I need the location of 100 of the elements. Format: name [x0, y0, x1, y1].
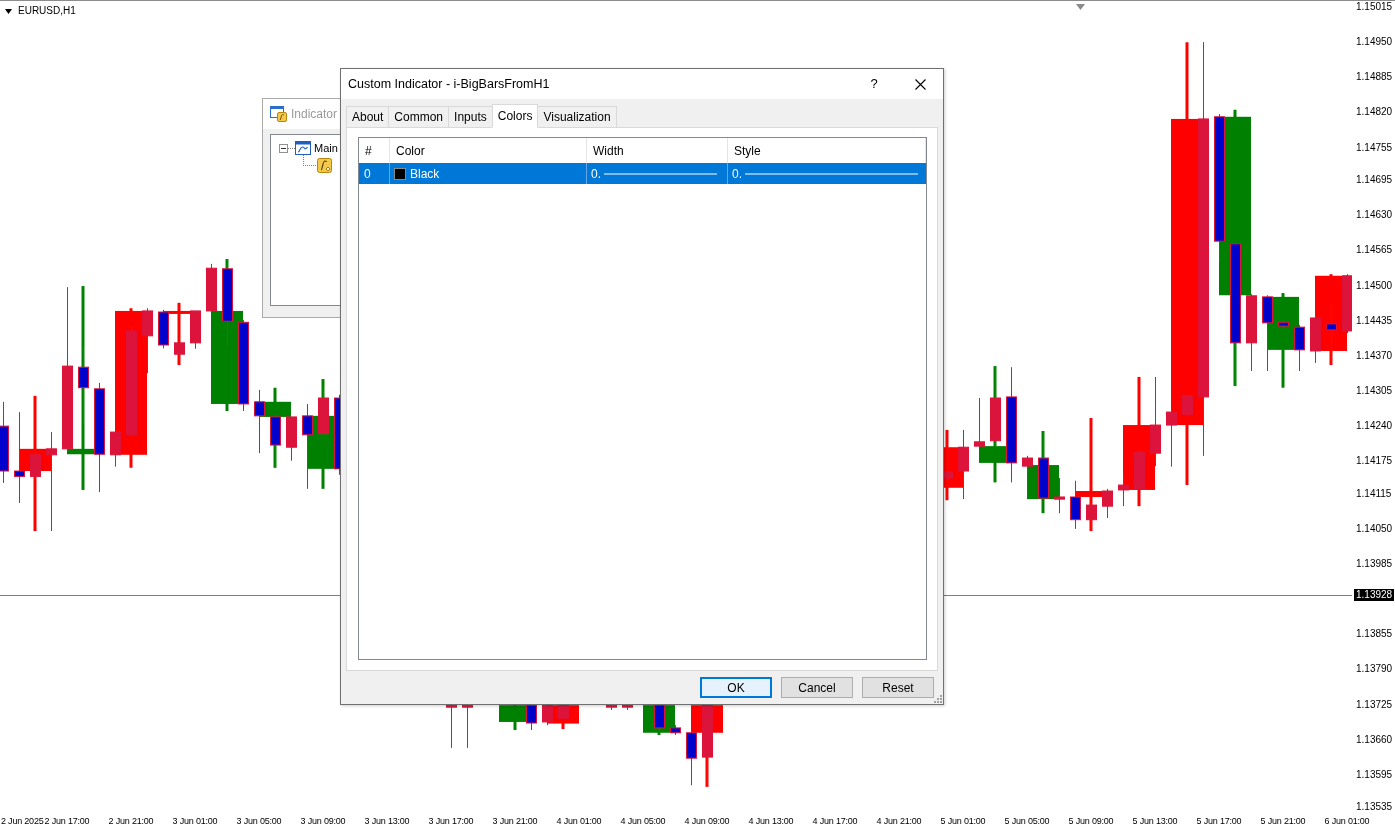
tab[interactable]: About: [346, 106, 390, 127]
dialog-button[interactable]: OK: [700, 677, 772, 698]
candlestick: [286, 416, 297, 462]
help-button[interactable]: ?: [851, 69, 897, 99]
candlestick: [654, 704, 665, 733]
candlestick: [1326, 303, 1337, 366]
candlestick: [542, 704, 553, 726]
dialog-button[interactable]: Reset: [862, 677, 934, 698]
current-price-label: 1.13928: [1354, 589, 1395, 601]
candlestick: [1086, 502, 1097, 532]
price-label: 1.14755: [1356, 141, 1393, 154]
candlestick: [318, 385, 329, 436]
candlestick: [110, 431, 121, 468]
time-label: 3 Jun 09:00: [300, 815, 346, 827]
time-label: 4 Jun 21:00: [876, 815, 922, 827]
price-label: 1.14950: [1356, 36, 1393, 49]
line-icon: [604, 172, 717, 175]
triangle-marker-icon[interactable]: [1076, 4, 1085, 10]
time-label: 5 Jun 17:00: [1196, 815, 1242, 827]
candlestick: [1310, 315, 1321, 364]
time-label: 3 Jun 05:00: [236, 815, 282, 827]
time-label: 4 Jun 05:00: [620, 815, 666, 827]
integral-tile-icon[interactable]: [317, 158, 332, 173]
candlestick: [526, 704, 537, 731]
price-label: 1.14885: [1356, 71, 1393, 84]
price-label: 1.14435: [1356, 314, 1393, 327]
candlestick: [1038, 430, 1049, 501]
time-label: 4 Jun 13:00: [748, 815, 794, 827]
time-label: 2 Jun 17:00: [44, 815, 90, 827]
time-label: 5 Jun 05:00: [1004, 815, 1050, 827]
price-label: 1.14820: [1356, 106, 1393, 119]
candlestick: [1166, 409, 1177, 468]
price-label: 1.15015: [1356, 1, 1393, 13]
price-label: 1.14240: [1356, 420, 1393, 433]
candlestick: [206, 263, 217, 312]
candlestick: [1070, 480, 1081, 530]
tab[interactable]: Visualization: [537, 106, 617, 127]
price-label: 1.13535: [1356, 801, 1393, 814]
caret-icon[interactable]: [5, 8, 12, 14]
candlestick: [1102, 488, 1113, 519]
price-label: 1.13985: [1356, 558, 1393, 571]
candlestick: [446, 704, 457, 749]
candlestick: [158, 309, 169, 349]
table-row[interactable]: 0 Black 0. 0.: [359, 163, 926, 184]
time-label: 5 Jun 13:00: [1132, 815, 1178, 827]
tab[interactable]: Inputs: [448, 106, 493, 127]
time-label: 4 Jun 09:00: [684, 815, 730, 827]
candlestick: [190, 310, 201, 350]
time-label: 2 Jun 2025: [1, 815, 44, 827]
window-title: Indicator: [291, 107, 338, 121]
price-label: 1.14305: [1356, 384, 1393, 397]
width-value: 0.: [591, 165, 601, 183]
time-label: 3 Jun 13:00: [364, 815, 410, 827]
window-tile-icon: [270, 106, 287, 122]
price-label: 1.13725: [1356, 698, 1393, 711]
time-label: 4 Jun 17:00: [812, 815, 858, 827]
candlestick: [142, 307, 153, 374]
candlestick: [958, 429, 969, 500]
price-label: 1.13790: [1356, 663, 1393, 676]
collapse-icon[interactable]: [279, 143, 288, 153]
time-label: 2 Jun 21:00: [108, 815, 154, 827]
price-label: 1.13660: [1356, 733, 1393, 746]
candlestick: [254, 389, 265, 454]
candlestick: [1054, 477, 1065, 514]
candlestick: [270, 414, 281, 469]
candlestick: [462, 704, 473, 749]
style-value: 0.: [732, 165, 742, 183]
time-label: 4 Jun 01:00: [556, 815, 602, 827]
price-label: 1.14500: [1356, 279, 1393, 292]
candlestick: [1118, 472, 1129, 507]
chart-window-icon: [295, 141, 311, 155]
candlestick: [1294, 324, 1305, 372]
price-label: 1.14370: [1356, 349, 1393, 362]
price-label: 1.14695: [1356, 174, 1393, 187]
price-label: 1.14175: [1356, 455, 1393, 468]
candlestick: [686, 729, 697, 786]
time-label: 3 Jun 01:00: [172, 815, 218, 827]
price-label: 1.14565: [1356, 244, 1393, 257]
time-label: 5 Jun 09:00: [1068, 815, 1114, 827]
time-label: 5 Jun 21:00: [1260, 815, 1306, 827]
candlestick: [1134, 449, 1145, 491]
tree-item-label[interactable]: Main: [314, 141, 338, 155]
tab[interactable]: Colors: [491, 104, 539, 128]
line-icon: [745, 172, 918, 175]
tree-connector: [288, 147, 295, 149]
candlestick: [670, 724, 681, 736]
chart-symbol-label: EURUSD,H1: [18, 5, 76, 17]
close-icon: [914, 78, 926, 90]
candlestick: [558, 704, 569, 719]
price-label: 1.14630: [1356, 209, 1393, 222]
price-label: 1.13595: [1356, 768, 1393, 781]
candlestick: [974, 397, 985, 447]
dialog-button[interactable]: Cancel: [781, 677, 853, 698]
dialog-title: Custom Indicator - i-BigBarsFromH1: [348, 76, 551, 92]
candlestick: [1182, 393, 1193, 417]
table-cell: 0: [359, 163, 390, 184]
price-label: 1.14050: [1356, 522, 1393, 535]
resize-grip-icon[interactable]: [934, 695, 942, 703]
candlestick: [1022, 455, 1033, 500]
candlestick: [174, 340, 185, 361]
